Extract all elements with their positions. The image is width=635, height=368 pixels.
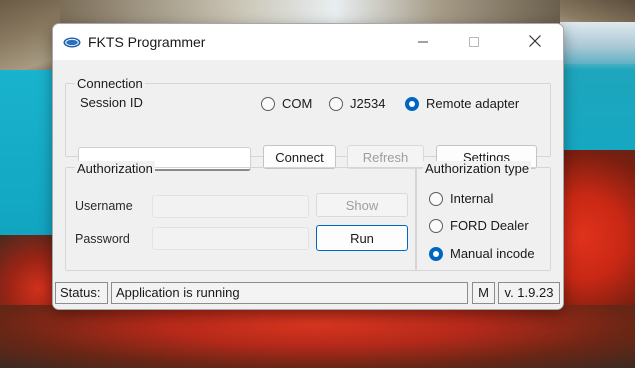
radio-manual-incode-indicator [429,246,443,261]
radio-ford-dealer-label: FORD Dealer [450,218,529,233]
title-bar[interactable]: FKTS Programmer [53,24,563,60]
status-mode: M [472,282,495,304]
radio-internal-indicator [429,191,443,206]
wallpaper-glacier [560,22,635,64]
wallpaper-mountain-top [60,0,560,24]
run-button[interactable]: Run [316,225,408,251]
radio-internal[interactable]: Internal [429,191,493,206]
authorization-group-title: Authorization [75,161,155,176]
maximize-icon [469,35,479,50]
radio-com-label: COM [282,96,313,111]
session-id-label: Session ID [80,95,143,110]
close-icon [529,34,541,50]
show-button[interactable]: Show [316,193,408,217]
username-label: Username [75,199,133,213]
status-message: Application is running [111,282,468,304]
connect-button[interactable]: Connect [263,145,336,169]
wallpaper-tree-bottom [0,305,635,368]
radio-ford-dealer-indicator [429,218,443,233]
radio-j2534-indicator [329,96,343,111]
password-label: Password [75,232,130,246]
refresh-button[interactable]: Refresh [347,145,424,169]
authorization-group [65,167,417,271]
radio-com[interactable]: COM [261,96,312,111]
radio-manual-incode[interactable]: Manual incode [429,246,535,261]
status-version: v. 1.9.23 [498,282,560,304]
radio-j2534-label: J2534 [350,96,386,111]
radio-remote-adapter-label: Remote adapter [426,96,520,111]
radio-com-indicator [261,96,275,111]
connection-group-title: Connection [75,76,145,91]
window-title: FKTS Programmer [88,34,206,50]
radio-remote-adapter-indicator [405,96,419,111]
radio-j2534[interactable]: J2534 [329,96,385,111]
radio-manual-incode-label: Manual incode [450,246,535,261]
window-content: Connection Session ID COM J2534 Remote a… [53,60,563,309]
status-bar: Status: Application is running M v. 1.9.… [53,278,563,309]
fkts-logo-icon [63,36,81,48]
radio-internal-label: Internal [450,191,494,206]
status-label: Status: [55,282,108,304]
minimize-button[interactable] [399,24,447,60]
authorization-type-title: Authorization type [423,161,532,176]
username-input[interactable] [152,195,309,218]
close-button[interactable] [511,24,559,60]
app-window: FKTS Programmer Connection Session ID CO… [52,23,564,310]
radio-ford-dealer[interactable]: FORD Dealer [429,218,529,233]
radio-remote-adapter[interactable]: Remote adapter [405,96,519,111]
minimize-icon [418,35,428,50]
maximize-button [450,24,498,60]
password-input[interactable] [152,227,309,250]
